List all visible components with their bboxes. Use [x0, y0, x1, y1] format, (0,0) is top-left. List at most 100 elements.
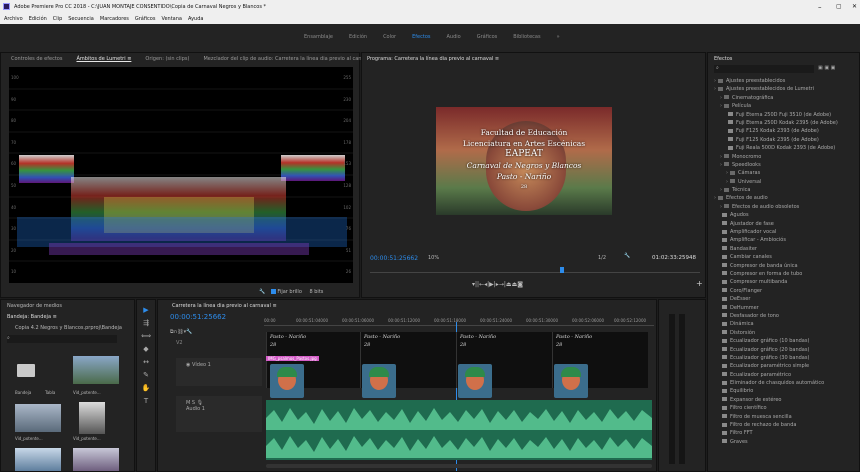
- effects-tree-item[interactable]: Coro/Flanger: [714, 287, 859, 295]
- effects-tree-item[interactable]: Compresor de banda única: [714, 262, 859, 270]
- effects-tree-item[interactable]: Fuji Reala 500D Kodak 2393 (de Adobe): [714, 144, 859, 152]
- ws-bibliotecas[interactable]: Bibliotecas: [513, 34, 540, 40]
- tab-lumetri-scopes[interactable]: Ámbitos de Lumetri ≡: [76, 56, 131, 62]
- wrench-icon[interactable]: 🔧: [259, 289, 265, 295]
- effects-tree-item[interactable]: Ecualizador gráfico (10 bandas): [714, 337, 859, 345]
- chevron-icon[interactable]: ›: [720, 154, 722, 160]
- effects-tree-item[interactable]: Equilibrio: [714, 387, 859, 395]
- program-title[interactable]: Programa: Carretera la línea dia previo …: [367, 56, 499, 62]
- effects-tree-item[interactable]: Amplificar - Ambiociós: [714, 236, 859, 244]
- tab-source[interactable]: Origen: (sin clips): [145, 56, 189, 62]
- program-scrubber[interactable]: [370, 267, 700, 273]
- effects-tree-item[interactable]: DeHummer: [714, 304, 859, 312]
- effects-tree-item[interactable]: Agudos: [714, 211, 859, 219]
- folder-icon[interactable]: [17, 364, 35, 377]
- effects-tree-item[interactable]: › Speedlooks: [714, 161, 859, 169]
- settings-wrench-icon[interactable]: 🔧: [624, 253, 630, 259]
- hand-tool-icon[interactable]: ✋: [137, 382, 155, 395]
- chevron-icon[interactable]: ›: [720, 204, 722, 210]
- effects-tree-item[interactable]: › Ajustes preestablecidos: [714, 77, 859, 85]
- chevron-icon[interactable]: ›: [720, 187, 722, 193]
- menu-clip[interactable]: Clip: [53, 16, 62, 22]
- effects-tree-item[interactable]: Distorsión: [714, 329, 859, 337]
- ws-color[interactable]: Color: [383, 34, 396, 40]
- thumb-media[interactable]: [15, 448, 61, 471]
- quality-select[interactable]: 1/2: [598, 255, 606, 261]
- effects-tree-item[interactable]: Filtro de muesca sencilla: [714, 413, 859, 421]
- effects-tree-item[interactable]: Compresor en forma de tubo: [714, 270, 859, 278]
- chevron-icon[interactable]: ›: [720, 103, 722, 109]
- effects-tree-item[interactable]: Fuji Eterna 250D Kodak 2395 (de Adobe): [714, 119, 859, 127]
- zoom-select[interactable]: 10%: [428, 255, 439, 261]
- razor-tool-icon[interactable]: ◆: [137, 343, 155, 356]
- type-tool-icon[interactable]: T: [137, 395, 155, 408]
- add-button-icon[interactable]: +: [696, 279, 703, 288]
- menu-graficos[interactable]: Gráficos: [135, 16, 156, 22]
- maximize-icon[interactable]: ▢: [836, 3, 842, 10]
- tab-media-browser[interactable]: Navegador de medios: [7, 303, 62, 309]
- chevron-icon[interactable]: ›: [726, 170, 728, 176]
- ws-ensamblaje[interactable]: Ensamblaje: [304, 34, 333, 40]
- effects-tree-item[interactable]: Compresor multibanda: [714, 278, 859, 286]
- bin-search-input[interactable]: ⌕: [7, 335, 117, 343]
- tab-bin[interactable]: Bandeja: Bandeja ≡: [7, 314, 57, 320]
- thumb-media[interactable]: [79, 402, 105, 434]
- pen-tool-icon[interactable]: ✎: [137, 369, 155, 382]
- menu-archivo[interactable]: Archivo: [4, 16, 23, 22]
- eye-icon[interactable]: ◉: [186, 362, 190, 368]
- timeline-ruler[interactable]: 00:00 00:00:51:04000 00:00:51:06000 00:0…: [264, 318, 654, 326]
- effects-tree-item[interactable]: › Cámaras: [714, 169, 859, 177]
- effects-tree-item[interactable]: Eliminador de chasquidos automático: [714, 379, 859, 387]
- ws-audio[interactable]: Audio: [447, 34, 461, 40]
- chevron-icon[interactable]: ›: [726, 179, 728, 185]
- thumb-media[interactable]: [73, 356, 119, 384]
- fix-brightness-checkbox[interactable]: [270, 289, 276, 294]
- menu-edicion[interactable]: Edición: [29, 16, 47, 22]
- timeline-settings-icon[interactable]: 🔧: [186, 329, 192, 335]
- ws-edicion[interactable]: Edición: [349, 34, 367, 40]
- effects-tree-item[interactable]: Ajustador de fase: [714, 220, 859, 228]
- effects-tree-item[interactable]: Ecualizador paramétrico: [714, 371, 859, 379]
- timeline-tab[interactable]: Carretera la línea dia previo al carnava…: [172, 303, 277, 309]
- effects-tree-item[interactable]: › Película: [714, 102, 859, 110]
- effects-tree-item[interactable]: › Cinematográfica: [714, 94, 859, 102]
- effects-tree-item[interactable]: Dinámica: [714, 320, 859, 328]
- ws-more[interactable]: »: [557, 34, 560, 40]
- menu-marcadores[interactable]: Marcadores: [100, 16, 129, 22]
- effects-tree-item[interactable]: Filtro científico: [714, 404, 859, 412]
- tab-audio-clip-mixer[interactable]: Mezclador del clip de audio: Carretera l…: [203, 56, 373, 62]
- effects-tree-item[interactable]: Amplificador vocal: [714, 228, 859, 236]
- ripple-edit-tool-icon[interactable]: ⟺: [137, 330, 155, 343]
- effects-tree-item[interactable]: Filtro de rechazo de banda: [714, 421, 859, 429]
- effects-tree-item[interactable]: Fuji F125 Kodak 2395 (de Adobe): [714, 136, 859, 144]
- effects-tree-item[interactable]: Bandasiter: [714, 245, 859, 253]
- program-timecode[interactable]: 00:00:51:25662: [370, 255, 418, 262]
- new-preset-icons[interactable]: ▣ ▣ ▣: [818, 65, 835, 71]
- ws-graficos[interactable]: Gráficos: [477, 34, 498, 40]
- thumb-media[interactable]: [15, 404, 61, 432]
- effects-tree-item[interactable]: Expansor de estéreo: [714, 396, 859, 404]
- playhead-marker[interactable]: [560, 267, 564, 273]
- timeline-timecode[interactable]: 00:00:51:25662: [170, 313, 226, 321]
- close-icon[interactable]: ✕: [852, 3, 857, 10]
- minimize-icon[interactable]: –: [818, 3, 822, 11]
- effects-tree-item[interactable]: Fuji Eterna 250D Fuji 3510 (de Adobe): [714, 111, 859, 119]
- effects-tree-item[interactable]: › Efectos de audio obsoletos: [714, 203, 859, 211]
- menu-secuencia[interactable]: Secuencia: [68, 16, 94, 22]
- effects-tree-item[interactable]: › Ajustes preestablecidos de Lumetri: [714, 85, 859, 93]
- menu-ventana[interactable]: Ventana: [161, 16, 182, 22]
- image-clip-label[interactable]: IMG_psalmos_Pastos.jpg: [266, 356, 319, 361]
- audio-clip[interactable]: [266, 400, 652, 460]
- chevron-icon[interactable]: ›: [714, 86, 716, 92]
- chevron-icon[interactable]: ›: [720, 162, 722, 168]
- effects-tree-item[interactable]: Desfasador de tono: [714, 312, 859, 320]
- chevron-icon[interactable]: ›: [714, 78, 716, 84]
- effects-tree-item[interactable]: › Monocromo: [714, 153, 859, 161]
- track-select-tool-icon[interactable]: ⇶: [137, 317, 155, 330]
- effects-tree-item[interactable]: Graves: [714, 438, 859, 446]
- go-to-out-icon[interactable]: →|: [499, 281, 506, 288]
- effects-tree-item[interactable]: › Técnica: [714, 186, 859, 194]
- chevron-icon[interactable]: ›: [714, 195, 716, 201]
- selection-tool-icon[interactable]: ▶: [137, 304, 155, 317]
- effects-tree-item[interactable]: › Efectos de audio: [714, 194, 859, 202]
